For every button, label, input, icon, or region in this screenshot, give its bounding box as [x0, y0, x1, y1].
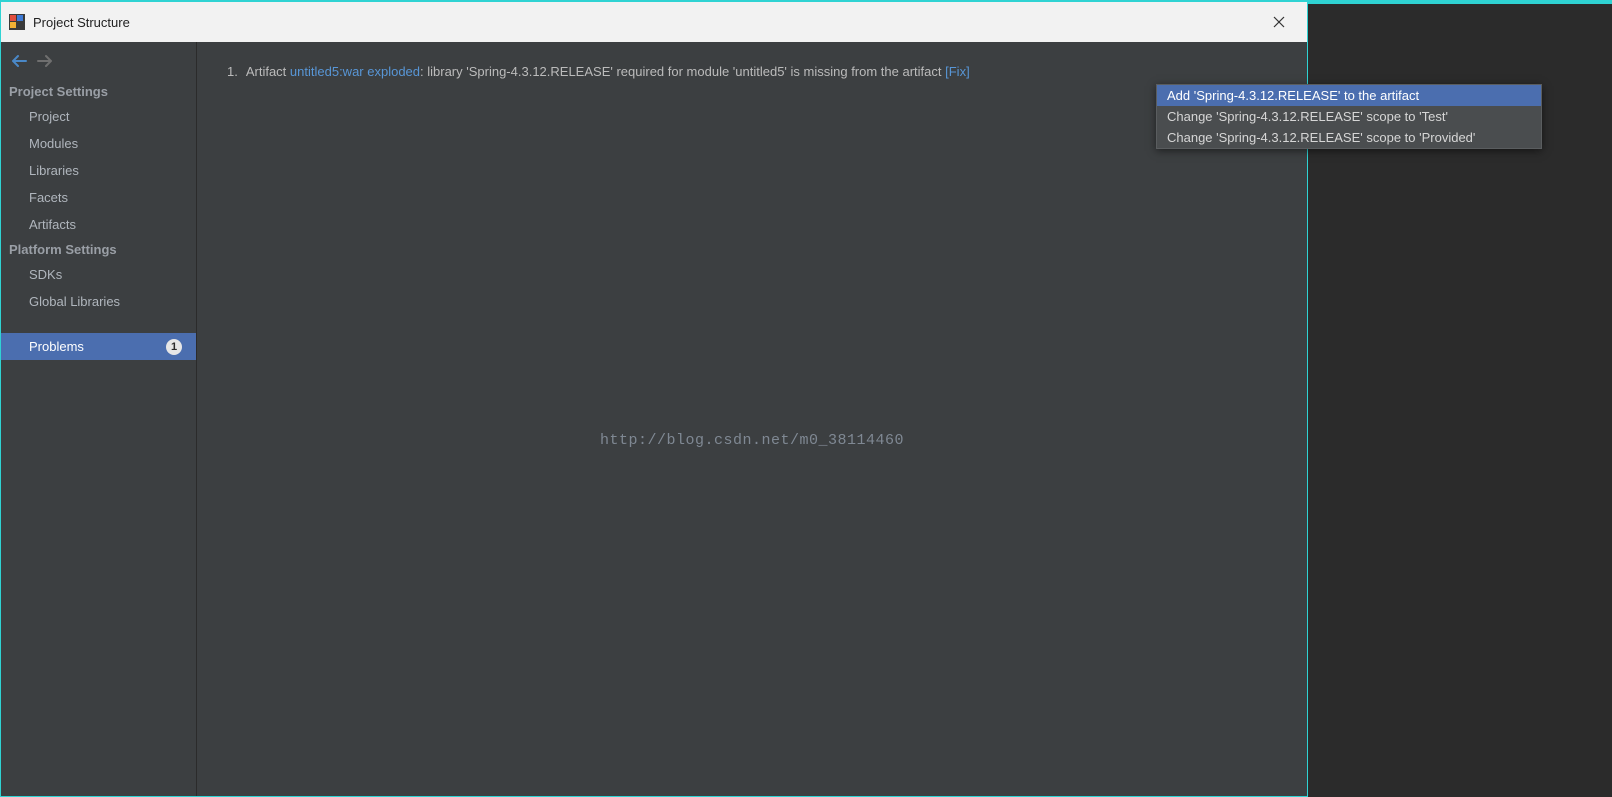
- popup-item-scope-test[interactable]: Change 'Spring-4.3.12.RELEASE' scope to …: [1157, 106, 1541, 127]
- sidebar-item-libraries[interactable]: Libraries: [1, 157, 196, 184]
- sidebar-heading-platform-settings: Platform Settings: [1, 238, 196, 261]
- sidebar-item-problems[interactable]: Problems 1: [1, 333, 196, 360]
- sidebar-item-global-libraries[interactable]: Global Libraries: [1, 288, 196, 315]
- nav-forward-button[interactable]: [35, 52, 53, 70]
- problem-row: 1. Artifact untitled5:war exploded: libr…: [227, 64, 1277, 79]
- sidebar-heading-project-settings: Project Settings: [1, 80, 196, 103]
- popup-item-label: Add 'Spring-4.3.12.RELEASE' to the artif…: [1167, 88, 1419, 103]
- sidebar-item-modules[interactable]: Modules: [1, 130, 196, 157]
- problems-count-badge: 1: [166, 339, 182, 355]
- project-structure-dialog: Project Structure: [0, 0, 1308, 797]
- arrow-left-icon: [12, 54, 28, 68]
- watermark-text: http://blog.csdn.net/m0_38114460: [600, 432, 904, 449]
- titlebar: Project Structure: [1, 2, 1307, 42]
- problem-message: : library 'Spring-4.3.12.RELEASE' requir…: [420, 64, 945, 79]
- close-button[interactable]: [1259, 2, 1299, 42]
- sidebar-item-label: SDKs: [29, 267, 62, 282]
- editor-tab-strip: [1308, 0, 1612, 4]
- arrow-right-icon: [36, 54, 52, 68]
- popup-item-scope-provided[interactable]: Change 'Spring-4.3.12.RELEASE' scope to …: [1157, 127, 1541, 148]
- content-panel: 1. Artifact untitled5:war exploded: libr…: [197, 42, 1307, 796]
- sidebar-item-label: Project: [29, 109, 69, 124]
- sidebar-item-project[interactable]: Project: [1, 103, 196, 130]
- sidebar-spacer: [1, 315, 196, 333]
- sidebar-item-facets[interactable]: Facets: [1, 184, 196, 211]
- close-icon: [1273, 16, 1285, 28]
- nav-arrows: [1, 46, 196, 80]
- window-title: Project Structure: [33, 15, 1259, 30]
- problem-index: 1.: [227, 64, 238, 79]
- fix-link[interactable]: [Fix]: [945, 64, 970, 79]
- popup-item-add-to-artifact[interactable]: Add 'Spring-4.3.12.RELEASE' to the artif…: [1157, 85, 1541, 106]
- sidebar-item-label: Problems: [29, 339, 84, 354]
- sidebar-item-sdks[interactable]: SDKs: [1, 261, 196, 288]
- sidebar-item-label: Global Libraries: [29, 294, 120, 309]
- sidebar-item-label: Modules: [29, 136, 78, 151]
- popup-item-label: Change 'Spring-4.3.12.RELEASE' scope to …: [1167, 130, 1475, 145]
- sidebar-item-label: Artifacts: [29, 217, 76, 232]
- problem-prefix: Artifact: [246, 64, 290, 79]
- dialog-body: Project Settings Project Modules Librari…: [1, 42, 1307, 796]
- sidebar-item-label: Facets: [29, 190, 68, 205]
- app-icon: [9, 14, 25, 30]
- artifact-link[interactable]: untitled5:war exploded: [290, 64, 420, 79]
- sidebar: Project Settings Project Modules Librari…: [1, 42, 197, 796]
- nav-back-button[interactable]: [11, 52, 29, 70]
- popup-item-label: Change 'Spring-4.3.12.RELEASE' scope to …: [1167, 109, 1448, 124]
- sidebar-item-artifacts[interactable]: Artifacts: [1, 211, 196, 238]
- problem-text: Artifact untitled5:war exploded: library…: [246, 64, 970, 79]
- fix-popup-menu: Add 'Spring-4.3.12.RELEASE' to the artif…: [1156, 84, 1542, 149]
- sidebar-item-label: Libraries: [29, 163, 79, 178]
